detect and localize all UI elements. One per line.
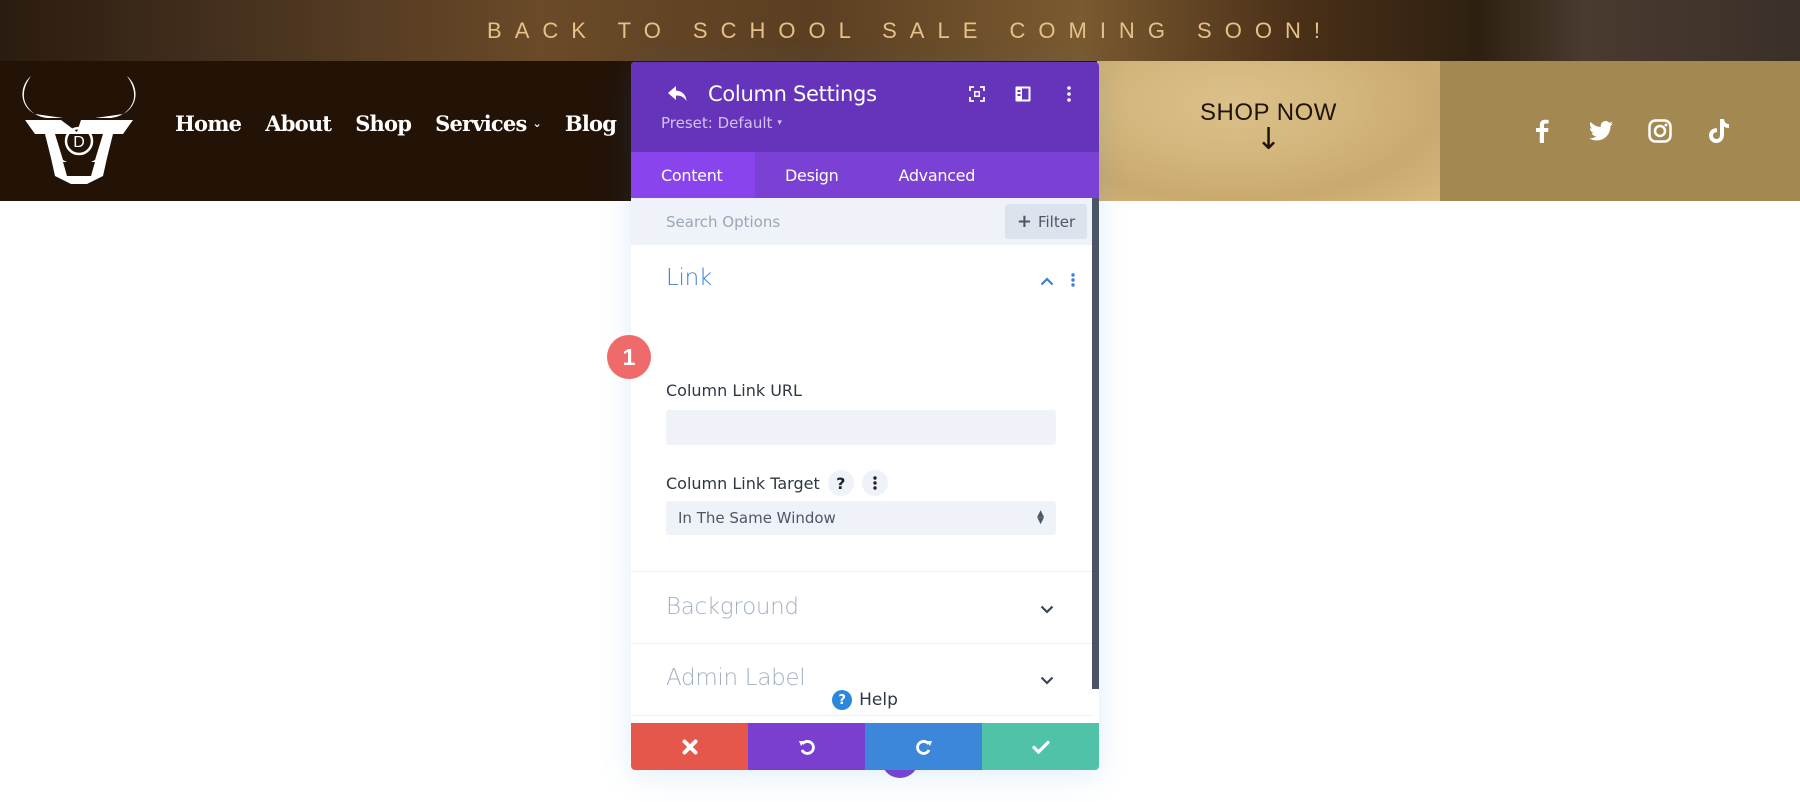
admin-label-section-title[interactable]: Admin Label — [666, 665, 806, 691]
panel-footer — [631, 723, 1099, 770]
nav-blog[interactable]: Blog — [564, 111, 617, 136]
nav-services[interactable]: Services ⌄ — [435, 111, 542, 136]
column-link-url-input[interactable] — [666, 410, 1056, 445]
section-divider — [631, 571, 1092, 572]
svg-text:D: D — [73, 134, 85, 151]
chevron-down-icon[interactable] — [1039, 603, 1055, 615]
undo-icon — [798, 739, 815, 755]
filter-label: Filter — [1037, 212, 1076, 231]
background-section-title[interactable]: Background — [666, 594, 799, 620]
help-label: Help — [859, 690, 898, 710]
panel-header: Column Settings Preset: Default ▾ — [631, 62, 1099, 152]
save-button[interactable] — [982, 723, 1099, 770]
search-options-input[interactable] — [631, 198, 1005, 245]
preset-label: Preset: Default — [661, 114, 773, 132]
shop-now-link[interactable]: SHOP NOW ↓ — [1097, 61, 1440, 201]
field-options-icon[interactable] — [861, 470, 888, 496]
more-options-icon[interactable] — [1059, 84, 1079, 104]
close-icon — [682, 739, 697, 754]
checkmark-icon — [1031, 740, 1050, 754]
undo-button[interactable] — [748, 723, 865, 770]
redo-icon — [915, 739, 932, 755]
tab-design[interactable]: Design — [755, 152, 868, 198]
search-row: + Filter — [631, 198, 1092, 245]
nav-shop-label: Shop — [355, 111, 412, 136]
nav-blog-label: Blog — [564, 111, 617, 136]
column-link-target-select[interactable]: In The Same Window ▲ ▼ — [666, 501, 1056, 535]
bull-logo-icon: D — [22, 76, 136, 184]
help-link[interactable]: ? Help — [631, 690, 1099, 710]
chevron-up-icon[interactable] — [1039, 275, 1055, 287]
split-view-icon[interactable] — [1013, 84, 1033, 104]
main-nav: Home About Shop Services⌄ Blog Co — [175, 111, 670, 136]
preset-dropdown[interactable]: Preset: Default ▾ — [661, 114, 782, 132]
back-arrow-icon[interactable] — [667, 84, 691, 106]
instagram-icon[interactable] — [1647, 119, 1672, 143]
plus-icon: + — [1016, 211, 1032, 232]
social-links — [1440, 61, 1800, 201]
step-badge: 1 — [607, 335, 651, 379]
promo-banner: BACK TO SCHOOL SALE COMING SOON! — [0, 0, 1800, 61]
tiktok-icon[interactable] — [1707, 119, 1731, 143]
link-section-title[interactable]: Link — [666, 265, 712, 291]
nav-about[interactable]: About — [265, 111, 332, 136]
panel-tabs: Content Design Advanced — [631, 152, 1099, 198]
help-question-icon[interactable]: ? — [827, 470, 854, 496]
select-updown-icon: ▲ ▼ — [1037, 509, 1044, 526]
chevron-down-icon[interactable] — [1039, 674, 1055, 686]
panel-title: Column Settings — [708, 82, 877, 106]
nav-home-label: Home — [175, 111, 242, 136]
fullscreen-icon[interactable] — [967, 84, 987, 104]
bull-logo[interactable]: D — [17, 72, 141, 190]
panel-scrollbar[interactable] — [1092, 198, 1099, 689]
arrow-down-icon: ↓ — [1255, 122, 1282, 157]
nav-services-label: Services — [435, 111, 527, 136]
column-link-target-value: In The Same Window — [678, 509, 836, 527]
chevron-down-icon: ⌄ — [532, 117, 541, 130]
promo-banner-text: BACK TO SCHOOL SALE COMING SOON! — [487, 17, 1333, 43]
nav-shop[interactable]: Shop — [355, 111, 412, 136]
column-settings-panel: Column Settings Preset: Default ▾ Conten… — [631, 62, 1099, 770]
column-link-target-label: Column Link Target — [666, 473, 820, 493]
nav-about-label: About — [265, 111, 332, 136]
page: BACK TO SCHOOL SALE COMING SOON! D Home … — [0, 0, 1800, 802]
caret-down-icon: ▾ — [777, 118, 782, 128]
section-options-icon[interactable] — [1069, 272, 1077, 288]
cancel-button[interactable] — [631, 723, 748, 770]
twitter-icon[interactable] — [1588, 119, 1613, 143]
facebook-icon[interactable] — [1530, 119, 1554, 143]
tab-content[interactable]: Content — [631, 152, 755, 198]
redo-button[interactable] — [865, 723, 982, 770]
nav-home[interactable]: Home — [175, 111, 242, 136]
section-divider — [631, 643, 1092, 644]
tab-advanced[interactable]: Advanced — [868, 152, 1005, 198]
section-divider — [631, 715, 1092, 716]
column-link-target-row: Column Link Target ? — [666, 470, 888, 496]
panel-header-actions — [967, 84, 1079, 104]
column-link-url-label: Column Link URL — [666, 381, 802, 400]
filter-button[interactable]: + Filter — [1005, 204, 1087, 239]
help-circle-icon: ? — [832, 690, 853, 710]
